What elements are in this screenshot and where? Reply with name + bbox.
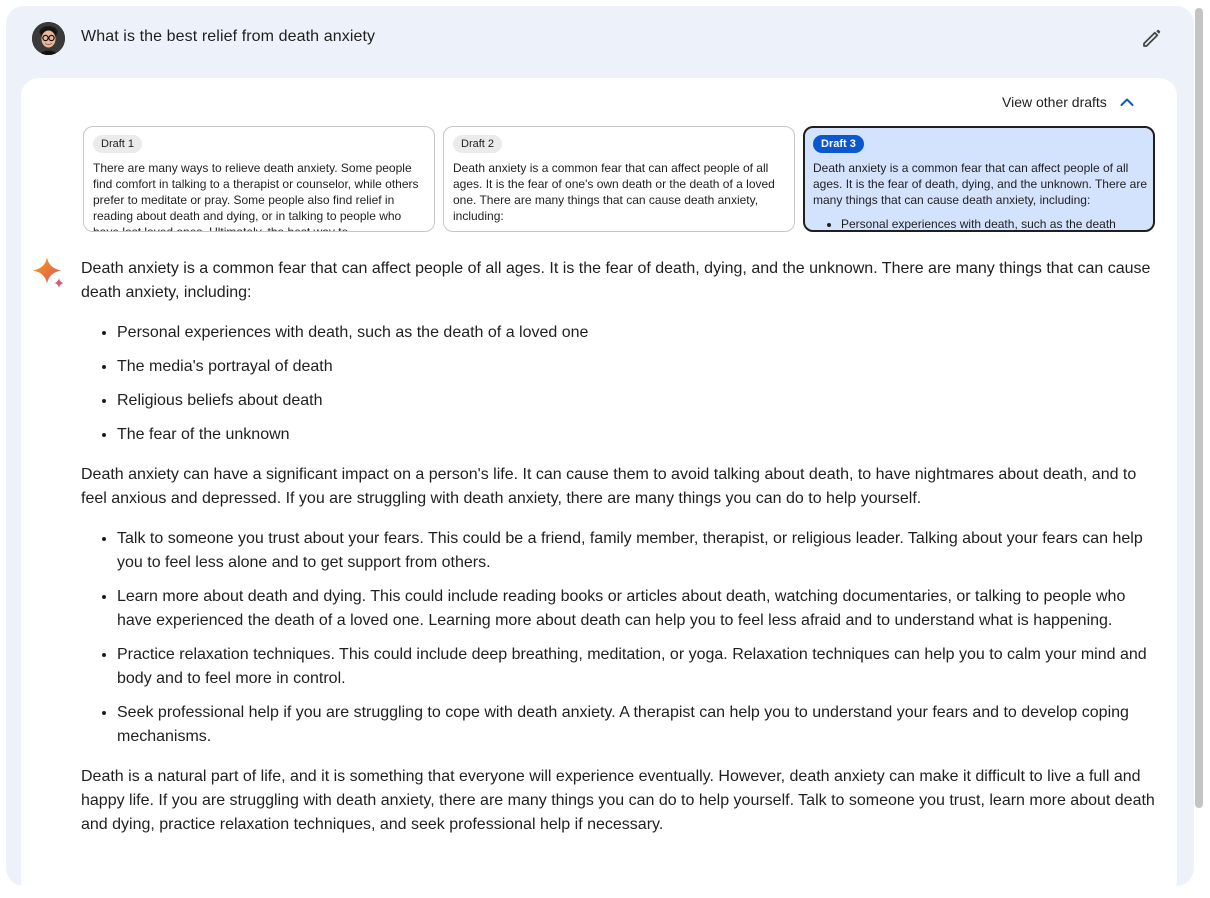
draft-preview-paragraph: Death anxiety is a common fear that can … [813,161,1147,207]
scrollbar-thumb[interactable] [1195,8,1203,808]
user-query-row: What is the best relief from death anxie… [6,6,1194,76]
causes-list: Personal experiences with death, such as… [117,321,1156,447]
view-other-drafts-toggle[interactable]: View other drafts [1002,92,1135,112]
list-item: The fear of the unknown [117,423,1156,447]
response-card: View other drafts Draft 1 There are many… [21,78,1177,898]
draft-label: Draft 1 [93,135,143,153]
draft-1-card[interactable]: Draft 1 There are many ways to relieve d… [83,126,435,232]
list-item: Seek professional help if you are strugg… [117,701,1156,749]
draft-3-card[interactable]: Draft 3 Death anxiety is a common fear t… [803,126,1155,232]
draft-preview-text: Death anxiety is a common fear that can … [453,161,775,223]
list-item: Learn more about death and dying. This c… [117,585,1156,633]
response-body: Death anxiety is a common fear that can … [81,257,1156,853]
list-item: Religious beliefs about death [117,389,1156,413]
avatar [32,22,65,55]
drafts-row: Draft 1 There are many ways to relieve d… [83,126,1155,232]
draft-2-card[interactable]: Draft 2 Death anxiety is a common fear t… [443,126,795,232]
draft-label: Draft 2 [453,135,503,153]
list-item: Talk to someone you trust about your fea… [117,527,1156,575]
draft-preview-list: Personal experiences with death, such as… [841,216,1147,230]
list-item: Practice relaxation techniques. This cou… [117,643,1156,691]
response-intro: Death anxiety is a common fear that can … [81,260,1151,301]
draft-preview-text: Death anxiety is a common fear that can … [813,160,1147,230]
tips-list: Talk to someone you trust about your fea… [117,527,1156,749]
avatar-icon [32,22,65,55]
draft-preview-text: There are many ways to relieve death anx… [93,161,419,232]
sparkle-icon [33,257,64,288]
pencil-icon [1143,29,1161,47]
edit-query-button[interactable] [1140,26,1164,50]
draft-preview-bullet: Personal experiences with death, such as… [841,216,1147,230]
list-item: Personal experiences with death, such as… [117,321,1156,345]
query-text: What is the best relief from death anxie… [81,28,376,45]
list-item: The media's portrayal of death [117,355,1156,379]
chevron-up-icon [1120,98,1134,106]
response-conclusion: Death is a natural part of life, and it … [81,768,1155,833]
response-impact: Death anxiety can have a significant imp… [81,466,1137,507]
conversation-panel: What is the best relief from death anxie… [6,6,1194,898]
view-other-drafts-label: View other drafts [1002,94,1107,110]
draft-label: Draft 3 [813,135,864,153]
